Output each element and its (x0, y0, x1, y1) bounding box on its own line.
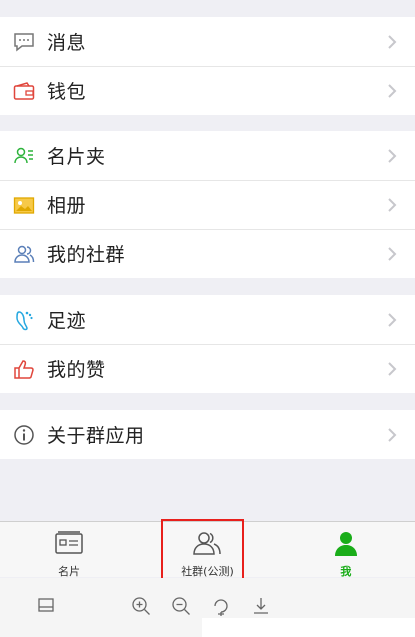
tab-label: 名片 (58, 565, 81, 578)
menu-item-label: 关于群应用 (47, 425, 145, 447)
menu-item-card-holder[interactable]: 名片夹 (0, 131, 415, 180)
menu-group-3: 足迹 我的赞 (0, 295, 415, 393)
menu-item-label: 钱包 (47, 81, 87, 103)
chevron-right-icon (385, 34, 399, 49)
chevron-right-icon (385, 312, 399, 327)
tab-business-card[interactable]: 名片 (0, 522, 138, 578)
menu-item-label: 我的赞 (47, 359, 106, 381)
wallet-icon (12, 79, 36, 103)
person-icon (332, 530, 360, 560)
menu-item-my-likes[interactable]: 我的赞 (0, 344, 415, 393)
chevron-right-icon (385, 83, 399, 98)
menu-group-1: 消息 钱包 (0, 17, 415, 115)
footprint-icon (12, 308, 36, 332)
chevron-right-icon (385, 197, 399, 212)
menu-item-my-community[interactable]: 我的社群 (0, 229, 415, 278)
menu-item-label: 相册 (47, 195, 87, 217)
menu-item-about[interactable]: 关于群应用 (0, 410, 415, 459)
menu-item-label: 消息 (47, 32, 87, 54)
chevron-right-icon (385, 361, 399, 376)
message-icon (12, 30, 36, 54)
menu-item-footprints[interactable]: 足迹 (0, 295, 415, 344)
menu-item-label: 我的社群 (47, 244, 126, 266)
chevron-right-icon (385, 246, 399, 261)
menu-group-2: 名片夹 相册 我的社群 (0, 131, 415, 278)
tab-me[interactable]: 我 (277, 522, 415, 578)
menu-item-photo-album[interactable]: 相册 (0, 180, 415, 229)
fit-page-icon[interactable] (37, 596, 55, 618)
toolbar-blank-area (202, 618, 415, 637)
tab-label: 我 (340, 565, 352, 578)
highlight-box (161, 519, 244, 581)
thumbs-up-icon (12, 357, 36, 381)
card-holder-icon (12, 144, 36, 168)
zoom-out-icon[interactable] (171, 596, 191, 620)
menu-item-wallet[interactable]: 钱包 (0, 66, 415, 115)
chevron-right-icon (385, 427, 399, 442)
rotate-icon[interactable] (211, 596, 231, 620)
menu-item-label: 足迹 (47, 310, 87, 332)
menu-group-4: 关于群应用 (0, 410, 415, 459)
info-icon (12, 423, 36, 447)
zoom-in-icon[interactable] (131, 596, 151, 620)
photo-album-icon (12, 193, 36, 217)
menu-item-messages[interactable]: 消息 (0, 17, 415, 66)
business-card-icon (54, 530, 84, 560)
community-icon (12, 242, 36, 266)
download-icon[interactable] (251, 596, 271, 620)
menu-item-label: 名片夹 (47, 146, 106, 168)
chevron-right-icon (385, 148, 399, 163)
